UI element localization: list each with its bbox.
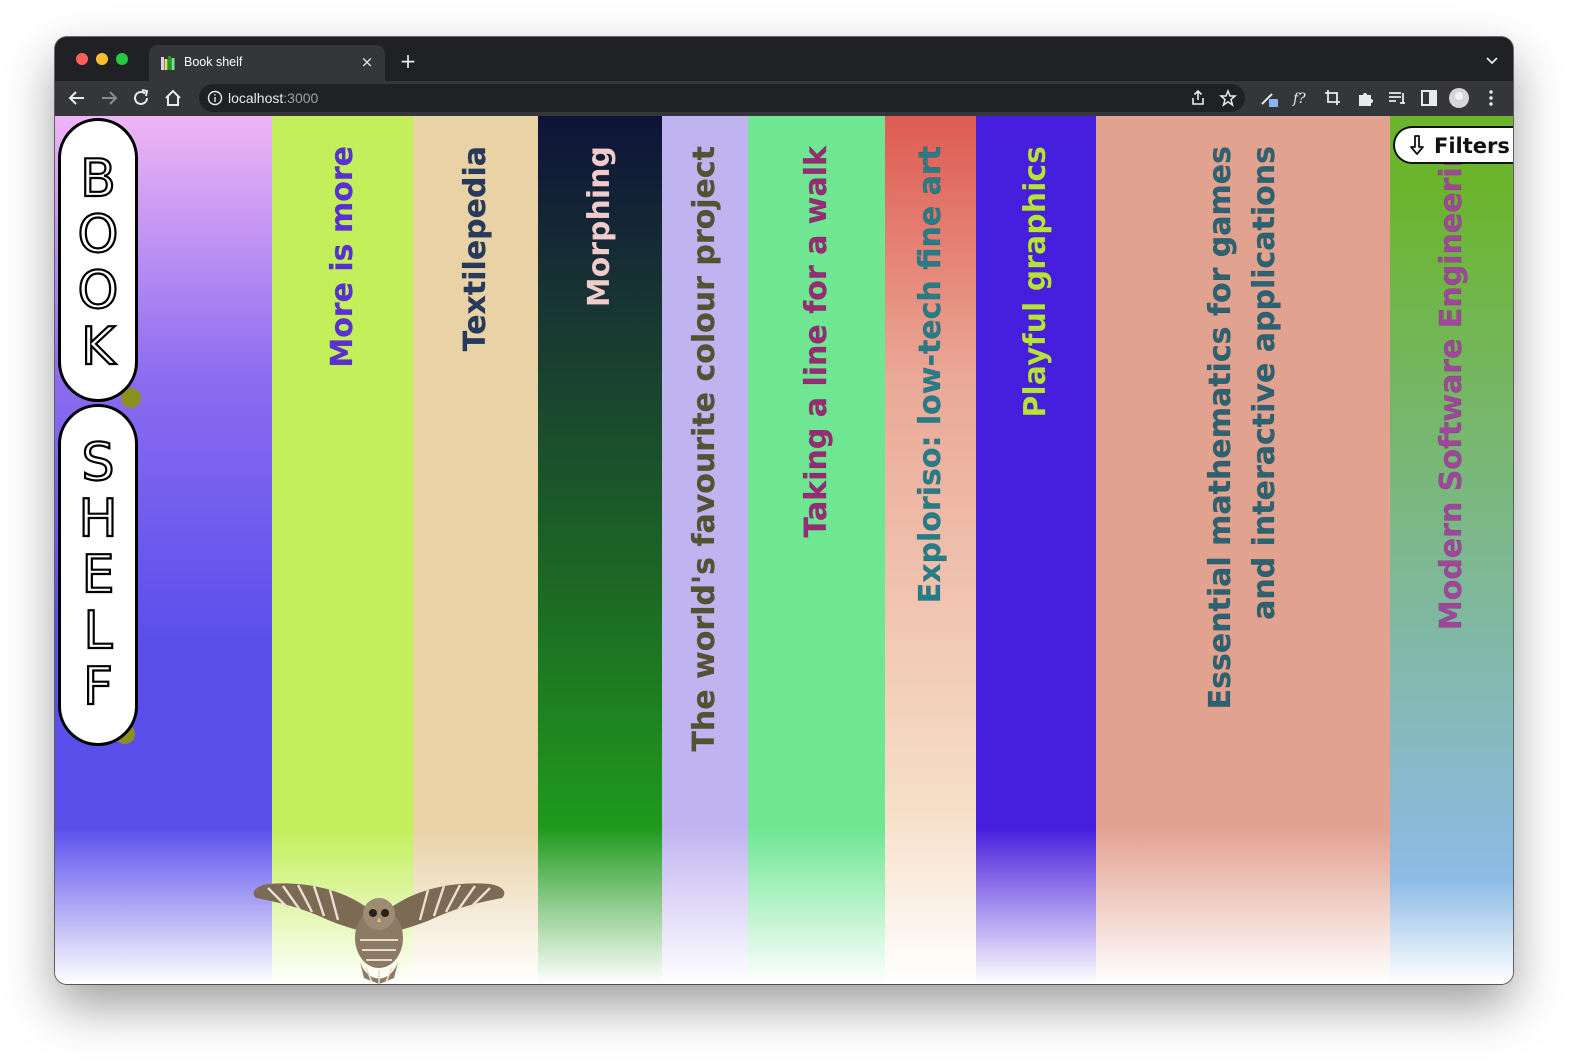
reload-icon[interactable] bbox=[130, 87, 152, 109]
browser-tab[interactable]: Book shelf × bbox=[149, 45, 385, 81]
browser-window: Book shelf × + localhost:3000 f? More is… bbox=[55, 37, 1513, 984]
book-spine[interactable]: Taking a line for a walk bbox=[748, 116, 885, 984]
url-host: localhost bbox=[228, 90, 284, 106]
window-minimize-button[interactable] bbox=[96, 53, 108, 65]
tab-title: Book shelf bbox=[184, 55, 243, 69]
bookshelf-page: More is more Textilepedia Morphing The worl… bbox=[55, 116, 1513, 984]
book-spine[interactable]: Essential mathematics for games and inte… bbox=[1096, 116, 1390, 984]
book-title: Modern Software Engineerin bbox=[1433, 146, 1469, 631]
browser-titlebar: Book shelf × + bbox=[55, 37, 1513, 81]
bookmark-star-icon[interactable] bbox=[1219, 89, 1237, 107]
book-title: Essential mathematics for games and inte… bbox=[1203, 146, 1282, 710]
book-title: Playful graphics bbox=[1018, 146, 1053, 418]
home-icon[interactable] bbox=[162, 87, 184, 109]
logo-letter: H bbox=[77, 489, 118, 549]
bookshelf-favicon-icon bbox=[161, 56, 175, 70]
book-title: More is more bbox=[324, 146, 360, 368]
book-spine[interactable]: Playful graphics bbox=[976, 116, 1096, 984]
window-maximize-button[interactable] bbox=[116, 53, 128, 65]
browser-menu-icon[interactable] bbox=[1480, 87, 1502, 109]
browser-toolbar: localhost:3000 f? bbox=[55, 81, 1513, 116]
logo-letter: S bbox=[80, 433, 115, 493]
filters-button[interactable]: Filters bbox=[1393, 126, 1513, 164]
book-title: Taking a line for a walk bbox=[798, 146, 834, 538]
profile-avatar-icon[interactable] bbox=[1448, 87, 1470, 109]
book-title: Exploriso: low-tech fine art bbox=[912, 146, 948, 604]
extension-function-icon[interactable]: f? bbox=[1290, 87, 1312, 109]
url-port: :3000 bbox=[283, 90, 319, 106]
extensions-puzzle-icon[interactable] bbox=[1354, 87, 1376, 109]
site-info-icon[interactable] bbox=[207, 90, 223, 106]
logo-letter: E bbox=[80, 545, 115, 605]
owl-image bbox=[253, 883, 505, 984]
book-spine[interactable]: The world's favourite colour project bbox=[662, 116, 748, 984]
filters-label: Filters bbox=[1434, 134, 1510, 158]
back-icon[interactable] bbox=[66, 87, 88, 109]
extension-eyedropper-icon[interactable] bbox=[1258, 87, 1280, 109]
book-title: Morphing bbox=[582, 146, 617, 308]
share-icon[interactable] bbox=[1189, 89, 1207, 107]
url-text: localhost:3000 bbox=[228, 90, 318, 106]
logo-letter: K bbox=[80, 317, 116, 377]
logo-book-word: B O O K bbox=[58, 118, 138, 402]
book-spine[interactable]: Textilepedia bbox=[413, 116, 538, 984]
window-close-button[interactable] bbox=[76, 53, 88, 65]
logo-shelf-word: S H E L F bbox=[58, 404, 138, 746]
address-bar[interactable]: localhost:3000 bbox=[199, 84, 1245, 112]
tab-search-chevron-icon[interactable] bbox=[1483, 51, 1501, 69]
book-spine[interactable]: More is more bbox=[272, 116, 413, 984]
logo-letter: L bbox=[82, 601, 113, 661]
logo-letter: F bbox=[82, 657, 114, 717]
book-spine[interactable]: Exploriso: low-tech fine art bbox=[885, 116, 976, 984]
logo-letter: O bbox=[76, 205, 119, 265]
extension-screenshot-icon[interactable] bbox=[1322, 87, 1344, 109]
new-tab-icon[interactable]: + bbox=[397, 50, 419, 72]
logo-letter: B bbox=[79, 149, 117, 209]
book-title: The world's favourite colour project bbox=[687, 146, 722, 752]
logo-letter: O bbox=[76, 261, 119, 321]
forward-icon[interactable] bbox=[98, 87, 120, 109]
tab-close-icon[interactable]: × bbox=[358, 53, 376, 71]
book-spine[interactable]: Morphing bbox=[538, 116, 662, 984]
reading-list-icon[interactable] bbox=[1386, 87, 1408, 109]
book-title: Textilepedia bbox=[457, 146, 493, 352]
arrow-down-icon bbox=[1410, 135, 1424, 155]
side-panel-icon[interactable] bbox=[1418, 87, 1440, 109]
book-spine[interactable]: Modern Software Engineerin bbox=[1390, 116, 1513, 984]
svg-text:f?: f? bbox=[1292, 91, 1306, 107]
